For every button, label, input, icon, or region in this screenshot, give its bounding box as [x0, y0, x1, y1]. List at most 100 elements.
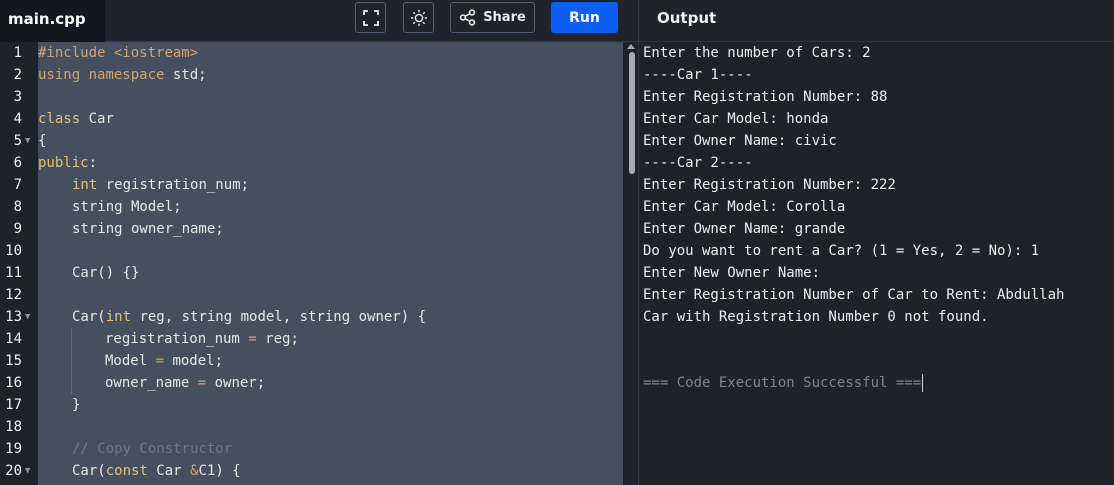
line-number: 12 [5, 287, 22, 303]
fold-arrow-icon[interactable]: ▼ [25, 460, 30, 482]
indent-guide [71, 328, 72, 394]
line-number: 10 [5, 243, 22, 259]
code-text: reg; [256, 331, 299, 347]
line-number: 20 [5, 463, 22, 479]
comment-token: // Copy Constructor [72, 441, 233, 457]
code-line: string owner_name; [72, 218, 224, 240]
code-text: C1) { [198, 463, 241, 479]
code-line: Car(const Car &C1) { [72, 460, 241, 482]
output-line: Enter Registration Number: 88 [643, 89, 888, 105]
code-line: Car(int reg, string model, string owner)… [72, 306, 426, 328]
code-text: reg, string model, string owner) { [131, 309, 427, 325]
line-number: 9 [13, 221, 22, 237]
share-icon [459, 9, 476, 26]
fold-arrow-icon[interactable]: ▼ [25, 306, 30, 328]
code-text: Car( [72, 463, 106, 479]
code-text: registration_num [105, 331, 249, 347]
code-text: owner; [206, 375, 266, 391]
line-number: 16 [5, 375, 22, 391]
output-line: ----Car 2---- [643, 155, 753, 171]
code-line: Car() {} [72, 262, 139, 284]
keyword-token: int [72, 177, 98, 193]
output-line: Car with Registration Number 0 not found… [643, 309, 989, 325]
output-line: Enter Registration Number: 222 [643, 177, 896, 193]
line-number: 11 [5, 265, 22, 281]
code-line: { [38, 130, 46, 152]
operator-token: = [248, 331, 257, 347]
output-line: Do you want to rent a Car? (1 = Yes, 2 =… [643, 243, 1040, 259]
code-line: // Copy Constructor [72, 438, 232, 460]
line-number: 13 [5, 309, 22, 325]
code-text: string owner_name; [72, 221, 224, 237]
line-number: 6 [13, 155, 22, 171]
code-text: Model [105, 353, 156, 369]
code-text: Car [147, 463, 191, 479]
line-number: 7 [13, 177, 22, 193]
code-line: owner_name = owner; [105, 372, 265, 394]
code-text: Car [80, 111, 114, 127]
keyword-token: namespace [88, 67, 165, 83]
code-text: { [38, 133, 47, 149]
output-title: Output [657, 9, 717, 27]
code-text: string Model; [72, 199, 182, 215]
line-number: 8 [13, 199, 22, 215]
editor-scroll-thumb[interactable] [629, 52, 635, 174]
keyword-token: const [105, 463, 148, 479]
line-number: 3 [13, 89, 22, 105]
code-line: string Model; [72, 196, 182, 218]
preprocessor-token: #include [38, 45, 106, 61]
keyword-token: using [38, 67, 81, 83]
line-number: 4 [13, 111, 22, 127]
line-number: 2 [13, 67, 22, 83]
output-line: Enter Registration Number of Car to Rent… [643, 287, 1065, 303]
code-editor[interactable]: #include <iostream> using namespace std;… [38, 42, 623, 485]
operator-token: = [155, 353, 165, 369]
code-line: #include <iostream> [38, 42, 198, 64]
code-line: } [72, 394, 80, 416]
code-line: public: [38, 152, 97, 174]
code-text: } [72, 397, 81, 413]
text-cursor [922, 374, 924, 392]
line-number-gutter: 1 2 3 4 5 ▼ 6 7 8 9 10 11 12 13 ▼ 14 15 … [0, 42, 38, 485]
code-text: std; [164, 67, 207, 83]
output-line: Enter New Owner Name: [643, 265, 821, 281]
fullscreen-button[interactable] [355, 2, 386, 33]
run-button[interactable]: Run [551, 2, 618, 33]
fold-arrow-icon[interactable]: ▼ [25, 130, 30, 152]
code-line: Model = model; [105, 350, 223, 372]
code-text: : [88, 155, 98, 171]
code-text: registration_num; [97, 177, 250, 193]
output-line: Enter the number of Cars: 2 [643, 45, 871, 61]
output-line: Enter Car Model: Corolla [643, 199, 846, 215]
scroll-up-icon[interactable] [627, 44, 635, 49]
top-bar: main.cpp Share Run Output [0, 0, 1114, 42]
output-line: Enter Car Model: honda [643, 111, 829, 127]
line-number: 14 [5, 331, 22, 347]
execution-status: === Code Execution Successful === [643, 372, 1114, 394]
output-panel: Enter the number of Cars: 2 ----Car 1---… [639, 42, 1114, 485]
code-line: using namespace std; [38, 64, 207, 86]
code-line: registration_num = reg; [105, 328, 299, 350]
output-line: Enter Owner Name: grande [643, 221, 846, 237]
output-line: ----Car 1---- [643, 67, 753, 83]
share-label: Share [483, 10, 526, 25]
theme-sun-icon [410, 9, 427, 26]
code-text: Car( [72, 309, 106, 325]
fullscreen-icon [362, 9, 379, 26]
share-button[interactable]: Share [450, 2, 535, 33]
code-text: owner_name [105, 375, 198, 391]
file-tab-main-cpp[interactable]: main.cpp [0, 0, 105, 42]
line-number: 17 [5, 397, 22, 413]
line-number: 19 [5, 441, 22, 457]
code-line: int registration_num; [72, 174, 249, 196]
line-number: 15 [5, 353, 22, 369]
keyword-token: class [38, 111, 81, 127]
theme-toggle-button[interactable] [403, 2, 434, 33]
output-line: Enter Owner Name: civic [643, 133, 837, 149]
line-number: 18 [5, 419, 22, 435]
include-token: <iostream> [113, 45, 199, 61]
operator-token: = [197, 375, 207, 391]
code-line: class Car [38, 108, 114, 130]
